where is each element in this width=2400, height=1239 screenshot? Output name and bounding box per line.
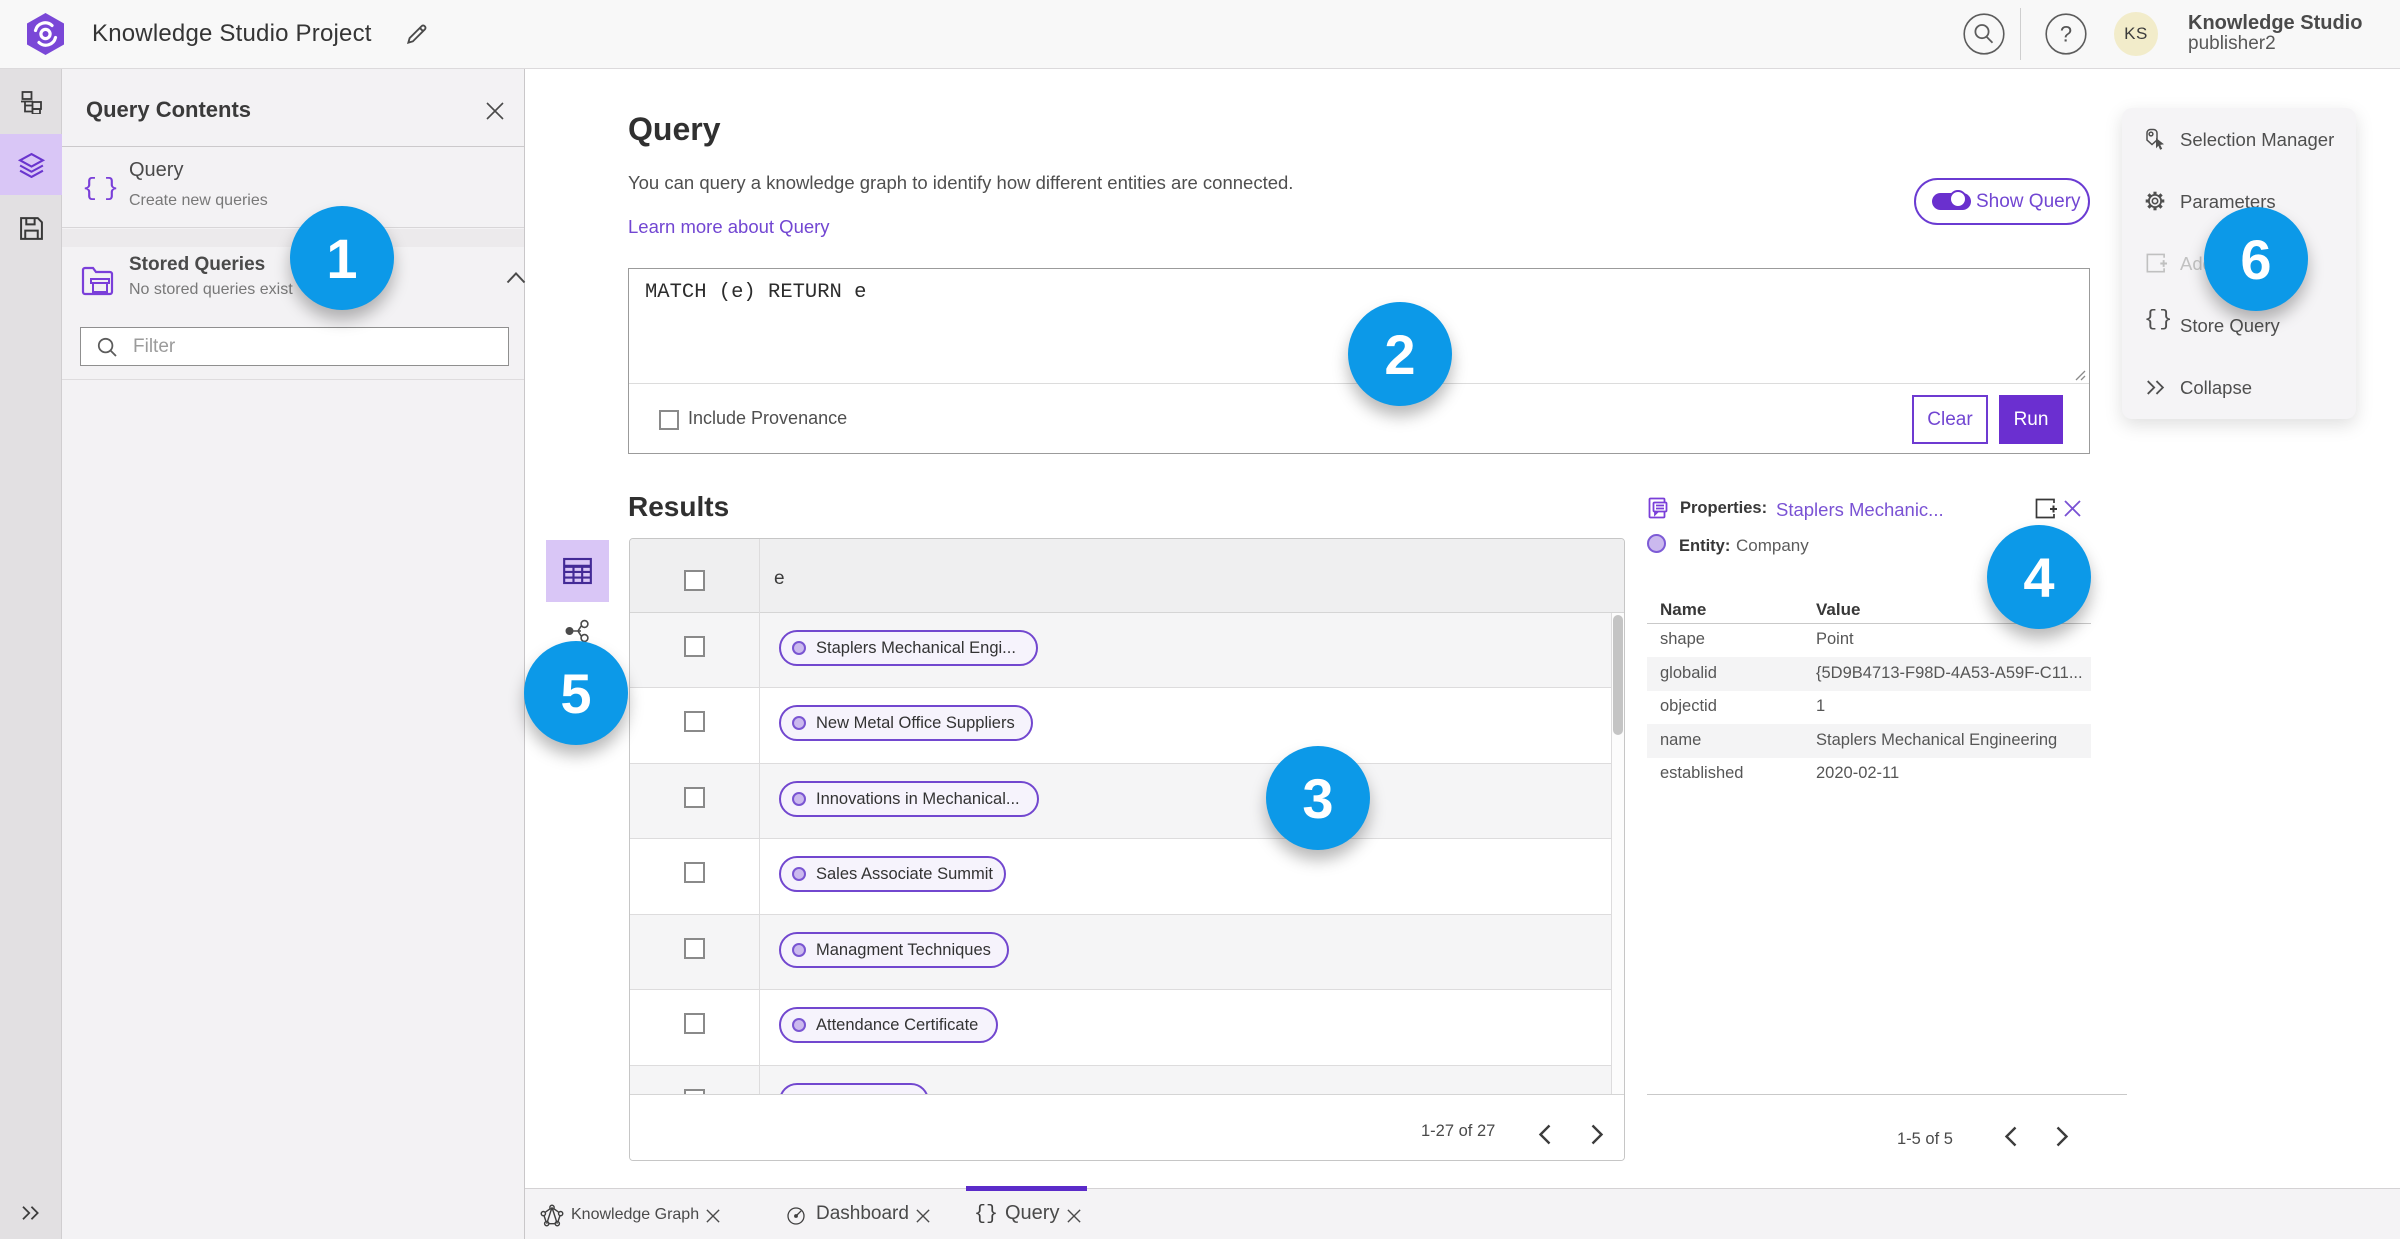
svg-text:?: ?: [2060, 22, 2072, 47]
